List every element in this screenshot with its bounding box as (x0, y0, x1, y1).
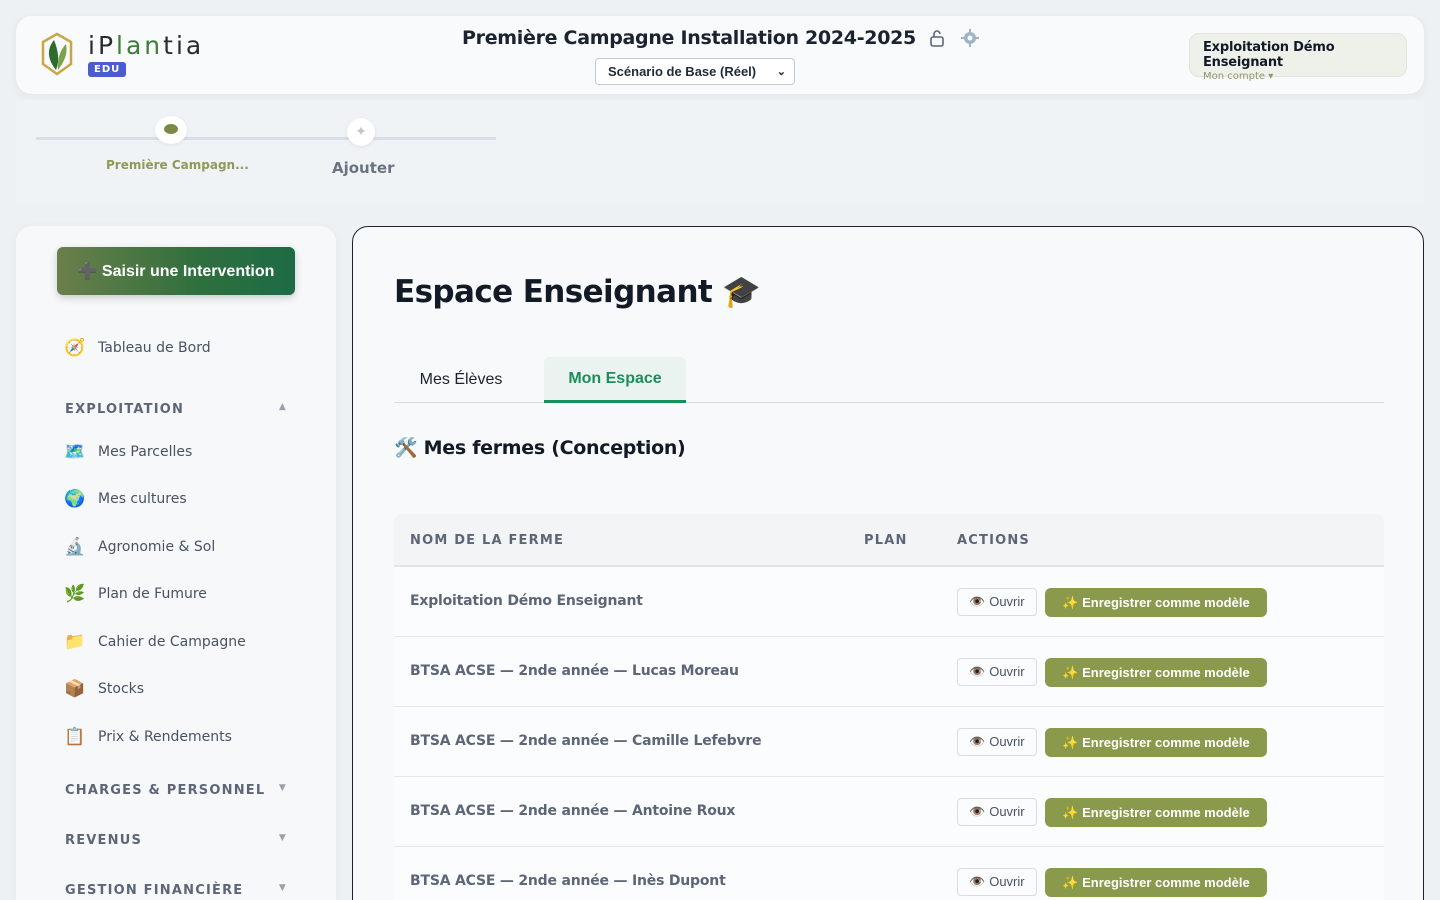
sidebar: ➕ Saisir une Intervention 🧭 Tableau de B… (16, 226, 336, 900)
edu-badge: EDU (88, 62, 127, 77)
microscope-icon: 🔬 (64, 537, 86, 557)
campaign-stepper: Première Campagn... ✦ Ajouter (16, 100, 1424, 202)
open-button[interactable]: 👁️ Ouvrir (957, 728, 1037, 756)
section-revenus[interactable]: REVENUS ▼ (65, 833, 287, 848)
add-step-label[interactable]: Ajouter (332, 159, 394, 177)
section-charges[interactable]: CHARGES & PERSONNEL ▼ (65, 783, 287, 798)
package-icon: 📦 (64, 679, 86, 699)
table-row: BTSA ACSE — 2nde année — Camille Lefebvr… (394, 707, 1384, 777)
sidebar-item-label: Plan de Fumure (98, 586, 207, 602)
farm-name[interactable]: BTSA ACSE — 2nde année — Lucas Moreau (410, 663, 739, 679)
sidebar-item-label: Prix & Rendements (98, 729, 232, 745)
gear-icon[interactable] (960, 28, 980, 48)
save-as-template-button[interactable]: ✨ Enregistrer comme modèle (1045, 728, 1267, 757)
section-label: EXPLOITATION (65, 402, 185, 417)
sidebar-item-cultures[interactable]: 🌍 Mes cultures (64, 489, 187, 509)
farms-table: NOM DE LA FERME PLAN ACTIONS Exploitatio… (394, 514, 1384, 900)
add-step-icon[interactable]: ✦ (347, 118, 375, 146)
sidebar-item-label: Stocks (98, 681, 145, 697)
column-header-actions: ACTIONS (957, 533, 1031, 548)
app-header: iPlantia EDU Première Campagne Installat… (16, 16, 1424, 94)
farm-name[interactable]: BTSA ACSE — 2nde année — Inès Dupont (410, 873, 726, 889)
sidebar-item-label: Cahier de Campagne (98, 634, 246, 650)
logo-text: iPlantia (88, 31, 205, 60)
folder-icon: 📁 (64, 632, 86, 652)
chevron-down-icon: ▼ (278, 783, 287, 793)
scenario-select[interactable]: Scénario de Base (Réel) ⌄ (595, 58, 795, 85)
farm-name[interactable]: BTSA ACSE — 2nde année — Camille Lefebvr… (410, 733, 762, 749)
sidebar-item-dashboard[interactable]: 🧭 Tableau de Bord (64, 338, 211, 358)
sidebar-item-cahier[interactable]: 📁 Cahier de Campagne (64, 632, 246, 652)
sidebar-item-fumure[interactable]: 🌿 Plan de Fumure (64, 584, 207, 604)
sidebar-item-label: Agronomie & Sol (98, 539, 216, 555)
herb-icon: 🌿 (64, 584, 86, 604)
clipboard-icon: 📋 (64, 727, 86, 747)
sidebar-item-label: Mes cultures (98, 491, 187, 507)
open-button[interactable]: 👁️ Ouvrir (957, 868, 1037, 896)
section-exploitation[interactable]: EXPLOITATION ▲ (65, 402, 287, 417)
tab-bar: Mes Élèves Mon Espace (394, 357, 1384, 403)
table-row: BTSA ACSE — 2nde année — Lucas Moreau 👁️… (394, 637, 1384, 707)
table-row: BTSA ACSE — 2nde année — Antoine Roux 👁️… (394, 777, 1384, 847)
save-as-template-button[interactable]: ✨ Enregistrer comme modèle (1045, 588, 1267, 617)
open-button[interactable]: 👁️ Ouvrir (957, 588, 1037, 616)
sidebar-item-label: Tableau de Bord (98, 340, 211, 356)
farm-name[interactable]: Exploitation Démo Enseignant (410, 593, 643, 609)
account-menu[interactable]: Exploitation Démo Enseignant Mon compte … (1189, 33, 1407, 82)
table-row: Exploitation Démo Enseignant 👁️ Ouvrir ✨… (394, 567, 1384, 637)
open-button[interactable]: 👁️ Ouvrir (957, 658, 1037, 686)
chevron-down-icon: ⌄ (776, 66, 786, 78)
column-header-plan: PLAN (864, 533, 908, 548)
section-label: CHARGES & PERSONNEL (65, 783, 266, 798)
step-campaign-label[interactable]: Première Campagn... (106, 158, 249, 172)
map-icon: 🗺️ (64, 442, 86, 462)
column-header-name: NOM DE LA FERME (410, 533, 565, 548)
campaign-title: Première Campagne Installation 2024-2025 (462, 27, 916, 49)
chevron-down-icon: ▼ (278, 883, 287, 893)
section-gestion[interactable]: GESTION FINANCIÈRE ▼ (65, 883, 287, 898)
table-header: NOM DE LA FERME PLAN ACTIONS (394, 514, 1384, 567)
section-title: 🛠️ Mes fermes (Conception) (394, 437, 686, 459)
sidebar-item-parcelles[interactable]: 🗺️ Mes Parcelles (64, 442, 192, 462)
main-panel: Espace Enseignant 🎓 Mes Élèves Mon Espac… (352, 226, 1424, 900)
sidebar-item-stocks[interactable]: 📦 Stocks (64, 679, 144, 699)
farm-name[interactable]: BTSA ACSE — 2nde année — Antoine Roux (410, 803, 735, 819)
app-logo[interactable]: iPlantia EDU (38, 30, 204, 82)
save-as-template-button[interactable]: ✨ Enregistrer comme modèle (1045, 868, 1267, 897)
sidebar-item-prix[interactable]: 📋 Prix & Rendements (64, 727, 232, 747)
sidebar-item-label: Mes Parcelles (98, 444, 193, 460)
campaign-title-row: Première Campagne Installation 2024-2025 (462, 27, 980, 49)
account-sub-label: Mon compte ▾ (1203, 71, 1274, 82)
account-name: Exploitation Démo Enseignant (1203, 40, 1335, 70)
section-label: REVENUS (65, 833, 143, 848)
save-as-template-button[interactable]: ✨ Enregistrer comme modèle (1045, 798, 1267, 827)
tab-mes-eleves[interactable]: Mes Élèves (394, 357, 528, 403)
tab-mon-espace[interactable]: Mon Espace (544, 357, 686, 403)
scenario-select-value: Scénario de Base (Réel) (608, 64, 757, 79)
globe-icon: 🌍 (64, 489, 86, 509)
open-button[interactable]: 👁️ Ouvrir (957, 798, 1037, 826)
chevron-down-icon: ▼ (278, 833, 287, 843)
table-row: BTSA ACSE — 2nde année — Inès Dupont 👁️ … (394, 847, 1384, 900)
leaf-logo-icon (41, 32, 73, 76)
sidebar-item-agronomie[interactable]: 🔬 Agronomie & Sol (64, 537, 215, 557)
save-as-template-button[interactable]: ✨ Enregistrer comme modèle (1045, 658, 1267, 687)
add-intervention-button[interactable]: ➕ Saisir une Intervention (57, 247, 295, 295)
section-label: GESTION FINANCIÈRE (65, 883, 244, 898)
compass-icon: 🧭 (64, 338, 86, 358)
chevron-up-icon: ▲ (278, 402, 287, 412)
step-campaign-dot[interactable] (155, 116, 187, 144)
page-title: Espace Enseignant 🎓 (394, 274, 761, 310)
stepper-line (36, 137, 496, 140)
unlock-icon[interactable] (928, 29, 946, 47)
